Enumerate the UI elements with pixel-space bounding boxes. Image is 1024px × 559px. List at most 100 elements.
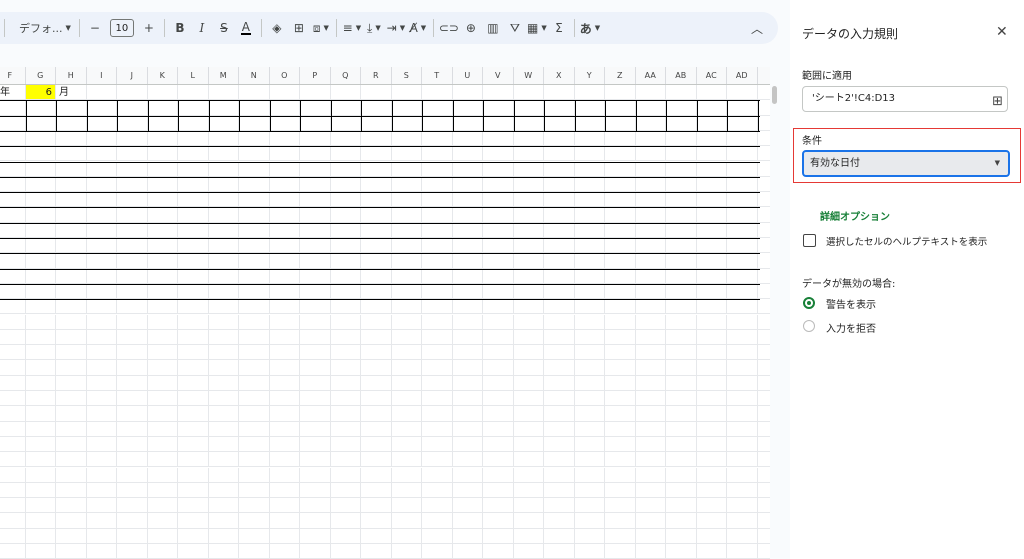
cell[interactable] — [514, 482, 544, 498]
cell[interactable] — [575, 452, 605, 467]
cell[interactable] — [117, 528, 148, 543]
cell[interactable] — [331, 100, 361, 115]
cell[interactable] — [575, 283, 605, 299]
cell[interactable] — [483, 314, 514, 329]
cell[interactable] — [422, 452, 453, 467]
cell[interactable] — [331, 528, 361, 543]
cell[interactable] — [361, 222, 392, 237]
cell[interactable] — [422, 161, 453, 176]
cell[interactable] — [26, 498, 56, 513]
cell[interactable] — [270, 406, 300, 421]
cell[interactable] — [209, 283, 239, 299]
cell[interactable] — [361, 421, 392, 436]
cell[interactable] — [87, 421, 117, 436]
cell[interactable] — [270, 238, 300, 253]
cell[interactable] — [453, 406, 483, 421]
cell[interactable] — [453, 375, 483, 390]
cell[interactable] — [636, 161, 666, 176]
cell[interactable] — [514, 375, 544, 390]
cell[interactable] — [575, 115, 605, 130]
cell[interactable] — [605, 406, 636, 421]
cell[interactable] — [0, 375, 26, 390]
cell[interactable] — [117, 329, 148, 345]
cell[interactable] — [239, 391, 270, 406]
cell[interactable] — [331, 161, 361, 176]
cell[interactable] — [361, 329, 392, 345]
cell[interactable] — [178, 268, 209, 283]
cell[interactable] — [361, 176, 392, 192]
cell[interactable] — [0, 452, 26, 467]
cell[interactable] — [514, 436, 544, 452]
cell[interactable] — [636, 115, 666, 130]
cell[interactable] — [361, 192, 392, 207]
cell[interactable] — [0, 146, 26, 161]
cell[interactable] — [605, 345, 636, 360]
cell[interactable] — [575, 498, 605, 513]
cell[interactable] — [331, 329, 361, 345]
cell[interactable] — [727, 528, 758, 543]
cell[interactable] — [178, 146, 209, 161]
cell[interactable] — [422, 482, 453, 498]
cell[interactable] — [148, 391, 178, 406]
cell[interactable] — [697, 238, 727, 253]
cell[interactable] — [117, 146, 148, 161]
cell[interactable] — [727, 222, 758, 237]
cell[interactable] — [636, 192, 666, 207]
cell[interactable] — [514, 222, 544, 237]
cell[interactable] — [239, 498, 270, 513]
cell[interactable] — [361, 528, 392, 543]
cell[interactable] — [148, 360, 178, 375]
cell[interactable] — [331, 452, 361, 467]
cell[interactable] — [117, 498, 148, 513]
cell[interactable] — [605, 421, 636, 436]
cell[interactable] — [605, 268, 636, 283]
cell[interactable] — [666, 238, 697, 253]
column-header-ad[interactable]: AD — [727, 67, 758, 84]
italic-button[interactable]: I — [191, 15, 213, 41]
cell[interactable] — [56, 375, 87, 390]
cell[interactable] — [453, 528, 483, 543]
cell[interactable] — [209, 467, 239, 482]
cell[interactable] — [392, 161, 422, 176]
cell[interactable] — [331, 360, 361, 375]
cell[interactable] — [636, 421, 666, 436]
cell[interactable] — [453, 100, 483, 115]
cell[interactable] — [178, 528, 209, 543]
cell[interactable] — [300, 513, 331, 528]
cell[interactable] — [544, 268, 575, 283]
cell[interactable] — [422, 238, 453, 253]
fill-color-button[interactable]: ◈ — [266, 15, 288, 41]
cell[interactable] — [422, 467, 453, 482]
cell[interactable] — [453, 176, 483, 192]
cell[interactable] — [209, 268, 239, 283]
cell[interactable] — [514, 299, 544, 314]
cell[interactable] — [56, 452, 87, 467]
cell[interactable] — [300, 253, 331, 268]
cell[interactable] — [178, 207, 209, 222]
column-header-u[interactable]: U — [453, 67, 483, 84]
cell[interactable] — [361, 436, 392, 452]
cell[interactable] — [209, 222, 239, 237]
cell[interactable] — [697, 421, 727, 436]
cell[interactable] — [178, 513, 209, 528]
cell[interactable] — [300, 467, 331, 482]
cell[interactable] — [0, 329, 26, 345]
cell[interactable] — [26, 421, 56, 436]
cell[interactable] — [727, 406, 758, 421]
cell[interactable] — [209, 498, 239, 513]
cell[interactable] — [361, 375, 392, 390]
cell[interactable] — [361, 467, 392, 482]
insert-comment-button[interactable]: ⊕ — [460, 15, 482, 41]
cell[interactable] — [270, 329, 300, 345]
cell[interactable] — [117, 314, 148, 329]
cell[interactable] — [300, 268, 331, 283]
cell[interactable] — [0, 130, 26, 146]
cell[interactable] — [575, 513, 605, 528]
cell[interactable] — [544, 406, 575, 421]
column-header-m[interactable]: M — [209, 67, 239, 84]
cell[interactable] — [605, 161, 636, 176]
cell[interactable] — [87, 345, 117, 360]
cell[interactable] — [544, 528, 575, 543]
cell[interactable] — [331, 192, 361, 207]
cell[interactable] — [178, 452, 209, 467]
